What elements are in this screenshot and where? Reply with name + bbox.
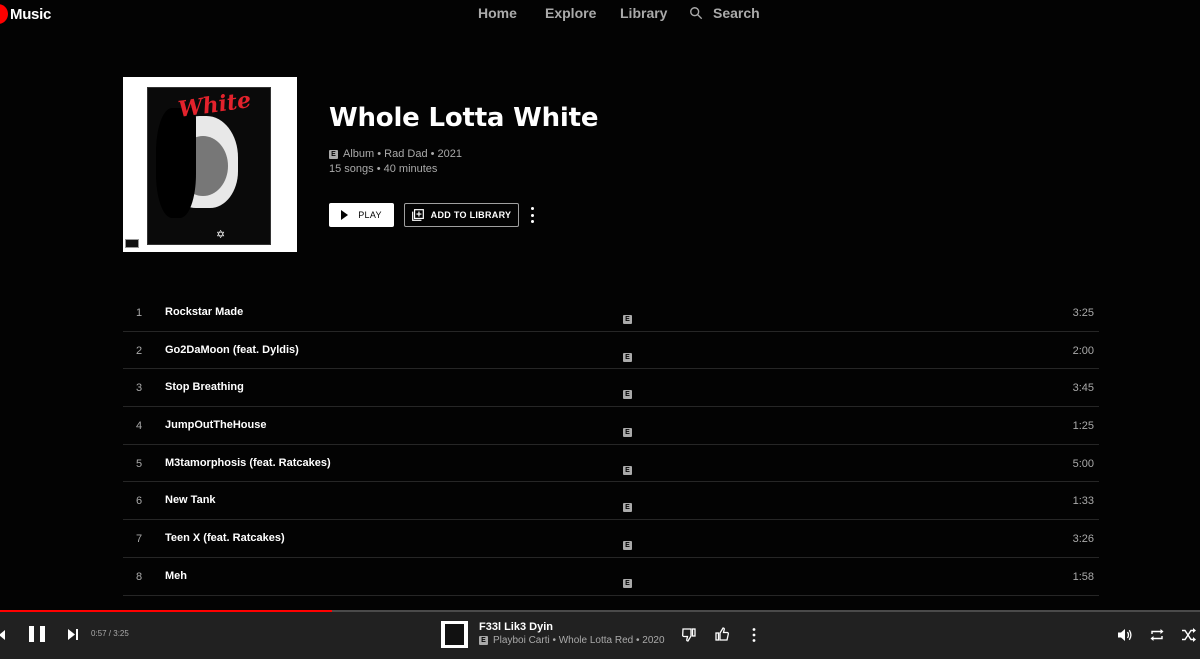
nav-home[interactable]: Home: [478, 5, 517, 21]
track-row[interactable]: 2 Go2DaMoon (feat. Dyldis) E 2:00: [123, 332, 1099, 370]
play-button-label: PLAY: [358, 210, 382, 220]
track-explicit: E: [623, 383, 632, 401]
explicit-icon: E: [329, 149, 338, 159]
youtube-music-icon: [0, 4, 8, 24]
track-duration: 3:25: [1072, 307, 1094, 319]
nav-explore[interactable]: Explore: [545, 5, 596, 21]
explicit-icon: E: [623, 541, 632, 551]
logo-text: Music: [10, 5, 52, 23]
track-number: 4: [135, 420, 143, 433]
thumbs-up-icon[interactable]: [714, 626, 730, 642]
explicit-icon: E: [623, 352, 632, 362]
repeat-icon[interactable]: [1149, 627, 1165, 643]
cover-star-icon: ✡: [216, 229, 226, 241]
album-cover: White ✡: [123, 77, 297, 252]
album-cover-art: White ✡: [147, 87, 271, 245]
album-title: Whole Lotta White: [329, 103, 599, 133]
player-bar: 0:57 / 3:25 F33l Lik3 Dyin E Playboi Car…: [0, 610, 1200, 659]
nav-library[interactable]: Library: [620, 5, 667, 21]
album-stats: 15 songs • 40 minutes: [329, 163, 438, 175]
now-playing-title[interactable]: F33l Lik3 Dyin: [479, 621, 553, 633]
track-number: 8: [135, 570, 143, 583]
track-explicit: E: [623, 308, 632, 326]
add-to-library-label: ADD TO LIBRARY: [430, 210, 512, 220]
more-options-icon[interactable]: [526, 207, 538, 223]
cover-hair-art: [156, 108, 196, 218]
explicit-icon: E: [479, 636, 488, 645]
now-playing-thumbnail[interactable]: [441, 621, 468, 648]
pause-button[interactable]: [29, 626, 45, 644]
volume-icon[interactable]: [1117, 627, 1133, 643]
pause-icon-bar-right: [40, 626, 45, 642]
play-button[interactable]: PLAY: [329, 203, 394, 227]
more-options-icon[interactable]: [746, 627, 762, 643]
track-explicit: E: [623, 346, 632, 364]
track-number: 1: [135, 307, 143, 319]
track-number: 5: [135, 457, 143, 470]
track-duration: 3:26: [1072, 533, 1094, 546]
progress-bar[interactable]: [0, 610, 1200, 612]
search-icon: [690, 7, 703, 20]
parental-advisory-badge: [125, 239, 139, 248]
album-meta: E Album • Rad Dad • 2021: [329, 148, 462, 160]
track-number: 3: [135, 382, 143, 395]
track-number: 6: [135, 495, 143, 508]
track-explicit: E: [623, 572, 632, 590]
track-explicit: E: [623, 421, 632, 439]
track-list: 1 Rockstar Made E 3:25 2 Go2DaMoon (feat. Dyl…: [123, 294, 1099, 596]
play-icon: [341, 210, 349, 220]
track-row[interactable]: 6 New Tank E 1:33: [123, 482, 1099, 521]
explicit-icon: E: [623, 465, 632, 475]
cover-title-text: White: [176, 87, 253, 123]
track-title[interactable]: Meh: [165, 570, 187, 582]
track-row[interactable]: 1 Rockstar Made E 3:25: [123, 294, 1099, 332]
track-row[interactable]: 3 Stop Breathing E 3:45: [123, 369, 1099, 408]
track-duration: 1:33: [1072, 495, 1094, 508]
track-title[interactable]: Teen X (feat. Ratcakes): [165, 532, 285, 544]
track-row[interactable]: 7 Teen X (feat. Ratcakes) E 3:26: [123, 520, 1099, 558]
track-row[interactable]: 5 M3tamorphosis (feat. Ratcakes) E 5:00: [123, 445, 1099, 483]
explicit-icon: E: [623, 390, 632, 400]
now-playing-artist-album[interactable]: Playboi Carti • Whole Lotta Red • 2020: [493, 635, 665, 646]
track-duration: 5:00: [1072, 457, 1094, 470]
track-row[interactable]: 8 Meh E 1:58: [123, 558, 1099, 596]
library-add-icon: [411, 209, 424, 221]
track-duration: 2:00: [1072, 344, 1094, 357]
track-explicit: E: [623, 534, 632, 552]
explicit-icon: E: [623, 503, 632, 513]
explicit-icon: E: [623, 428, 632, 438]
track-explicit: E: [623, 496, 632, 514]
track-title[interactable]: M3tamorphosis (feat. Ratcakes): [165, 457, 331, 469]
track-duration: 1:58: [1072, 570, 1094, 583]
track-title[interactable]: Stop Breathing: [165, 381, 244, 393]
progress-fill: [0, 610, 333, 612]
shuffle-icon[interactable]: [1181, 627, 1197, 643]
explicit-icon: E: [623, 315, 632, 324]
track-title[interactable]: Go2DaMoon (feat. Dyldis): [165, 344, 299, 356]
album-meta-text: Album • Rad Dad • 2021: [343, 148, 462, 160]
add-to-library-button[interactable]: ADD TO LIBRARY: [404, 203, 519, 227]
previous-icon[interactable]: [0, 630, 5, 640]
track-title[interactable]: JumpOutTheHouse: [165, 419, 266, 431]
thumbs-down-icon[interactable]: [681, 627, 697, 643]
nav-search-label: Search: [713, 5, 760, 21]
nav-search[interactable]: Search: [689, 5, 760, 21]
top-bar: Music Home Explore Library Search: [0, 0, 1200, 30]
track-number: 7: [135, 533, 143, 546]
pause-icon-bar-left: [29, 626, 34, 642]
next-icon[interactable]: [68, 629, 79, 640]
track-duration: 3:45: [1072, 382, 1094, 395]
track-number: 2: [135, 344, 143, 357]
now-playing-subtitle: E Playboi Carti • Whole Lotta Red • 2020: [479, 635, 665, 646]
track-row[interactable]: 4 JumpOutTheHouse E 1:25: [123, 407, 1099, 445]
track-duration: 1:25: [1072, 420, 1094, 433]
youtube-music-logo[interactable]: Music: [0, 4, 51, 24]
track-explicit: E: [623, 459, 632, 477]
explicit-icon: E: [623, 578, 632, 588]
track-title[interactable]: New Tank: [165, 494, 216, 506]
time-display: 0:57 / 3:25: [91, 629, 129, 638]
track-title[interactable]: Rockstar Made: [165, 306, 243, 318]
